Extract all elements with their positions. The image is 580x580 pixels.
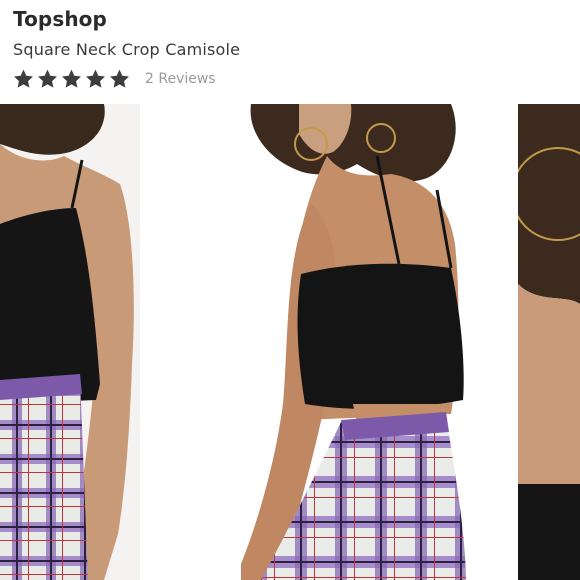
reviews-link[interactable]: 2 Reviews [145, 71, 216, 87]
product-title: Square Neck Crop Camisole [13, 40, 241, 59]
gallery-image-main[interactable] [241, 104, 466, 580]
gallery-image-right[interactable] [518, 104, 580, 580]
product-photo-icon [518, 104, 580, 580]
image-carousel[interactable] [0, 104, 580, 580]
star-icon [110, 69, 129, 88]
gallery-image-left[interactable] [0, 104, 140, 580]
product-photo-icon [241, 104, 466, 580]
star-icon [38, 69, 57, 88]
product-header: Topshop Square Neck Crop Camisole 2 Revi… [0, 0, 580, 104]
rating-row[interactable]: 2 Reviews [12, 68, 216, 90]
product-photo-icon [0, 104, 140, 580]
star-rating [12, 68, 131, 90]
star-icon [14, 69, 33, 88]
star-icon [86, 69, 105, 88]
star-icon [62, 69, 81, 88]
brand-name[interactable]: Topshop [13, 7, 107, 31]
